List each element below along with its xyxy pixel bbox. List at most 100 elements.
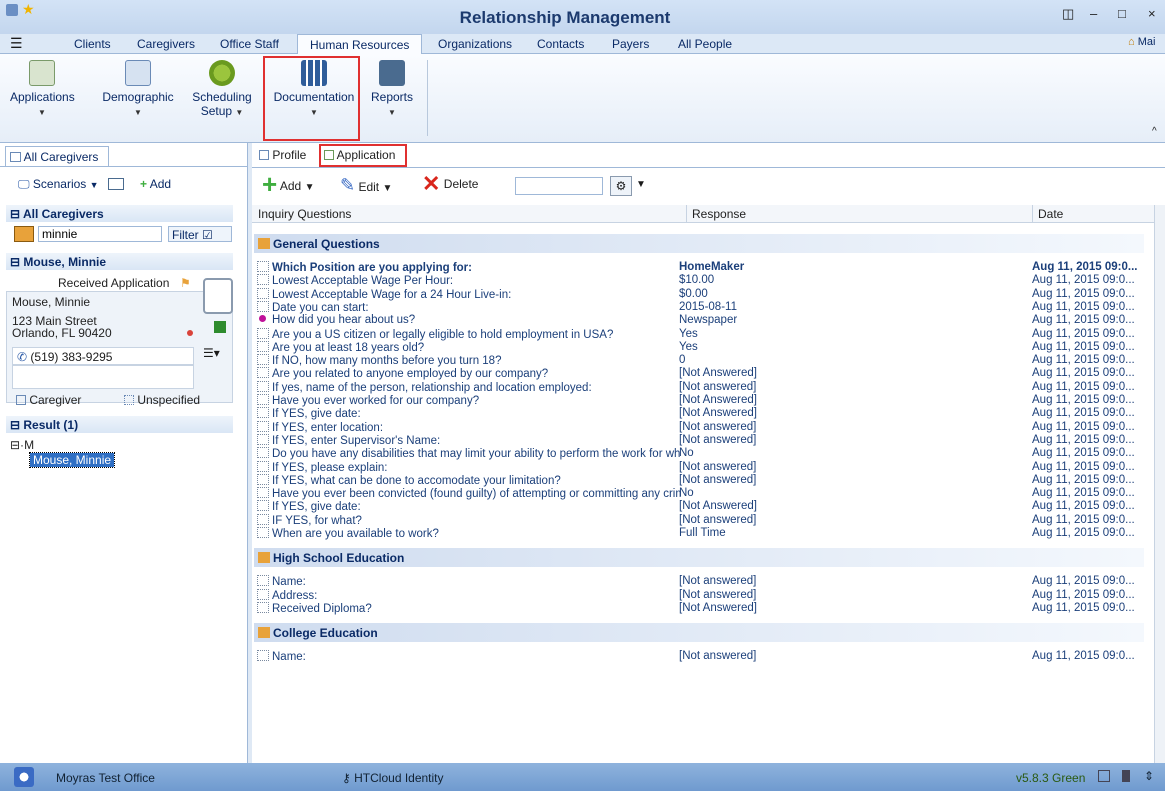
table-row[interactable]: Lowest Acceptable Wage for a 24 Hour Liv… bbox=[254, 287, 1144, 301]
search-input[interactable] bbox=[38, 226, 162, 242]
table-row[interactable]: IF YES, for what? [Not answered] Aug 11, 2… bbox=[254, 513, 1144, 527]
row-response: Newspaper bbox=[679, 314, 738, 327]
contact-card: Mouse, Minnie 123 Main Street Orlando, F… bbox=[6, 278, 233, 403]
avatar-filter-icon[interactable] bbox=[14, 226, 34, 242]
field-icon bbox=[257, 527, 269, 538]
filter-button[interactable]: Filter ☑ bbox=[168, 226, 232, 242]
row-date: Aug 11, 2015 09:0... bbox=[1032, 650, 1135, 663]
folder-icon[interactable] bbox=[108, 178, 124, 190]
table-row[interactable]: If YES, please explain: [Not answered] Aug… bbox=[254, 460, 1144, 474]
field-icon bbox=[257, 367, 269, 379]
maximize-button[interactable]: □ bbox=[1118, 6, 1126, 21]
main-link[interactable]: ⌂ Mai bbox=[1128, 36, 1155, 48]
tab-clients[interactable]: Clients bbox=[74, 37, 111, 51]
col-inquiry-questions[interactable]: Inquiry Questions bbox=[258, 207, 351, 221]
tab-contacts[interactable]: Contacts bbox=[537, 37, 584, 51]
tab-profile[interactable]: Profile bbox=[256, 146, 309, 164]
row-response: [Not answered] bbox=[679, 460, 757, 473]
group-header[interactable]: College Education bbox=[254, 623, 1144, 643]
table-row[interactable]: Address: [Not answered] Aug 11, 2015 09:0.… bbox=[254, 588, 1144, 602]
row-response: Yes bbox=[679, 340, 698, 353]
hamburger-icon[interactable]: ☰ bbox=[10, 35, 23, 52]
row-date: Aug 11, 2015 09:0... bbox=[1032, 354, 1135, 367]
row-date: Aug 11, 2015 09:0... bbox=[1032, 513, 1135, 526]
row-response: HomeMaker bbox=[679, 261, 745, 273]
sync-icon[interactable] bbox=[1098, 770, 1110, 782]
table-row[interactable]: If YES, give date: [Not Answered] Aug 11, … bbox=[254, 500, 1144, 513]
list-menu-icon[interactable]: ☰▾ bbox=[203, 346, 220, 360]
table-row[interactable]: Have you ever been convicted (found guil… bbox=[254, 487, 1144, 500]
tab-application[interactable]: Application bbox=[319, 144, 407, 167]
table-row[interactable]: When are you available to work? Full Time… bbox=[254, 527, 1144, 540]
row-date: Aug 11, 2015 09:0... bbox=[1032, 394, 1135, 406]
col-response[interactable]: Response bbox=[692, 207, 746, 221]
identity-label[interactable]: ⚷ HTCloud Identity bbox=[342, 771, 444, 785]
collapse-ribbon-icon[interactable]: ^ bbox=[1152, 126, 1157, 137]
reports-button[interactable]: Reports ▼ bbox=[366, 60, 418, 120]
demographic-button[interactable]: Demographic ▼ bbox=[98, 60, 178, 120]
table-row[interactable]: Received Diploma? [Not Answered] Aug 11, 2… bbox=[254, 601, 1144, 615]
row-date: Aug 11, 2015 09:0... bbox=[1032, 447, 1135, 460]
flag-icon[interactable]: ⚑ bbox=[180, 276, 191, 290]
close-button[interactable]: × bbox=[1148, 6, 1156, 21]
table-row[interactable]: Are you at least 18 years old? Yes Aug 11,… bbox=[254, 340, 1144, 354]
table-row[interactable]: Do you have any disabilities that may li… bbox=[254, 447, 1144, 460]
settings-dropdown-icon[interactable]: ▼ bbox=[636, 179, 646, 190]
applications-button[interactable]: Applications ▼ bbox=[10, 60, 75, 120]
row-response: $0.00 bbox=[679, 287, 708, 300]
col-date[interactable]: Date bbox=[1038, 207, 1063, 221]
add-scenario-button[interactable]: + Add bbox=[140, 177, 171, 191]
edit-button[interactable]: ✎ Edit ▼ bbox=[340, 175, 392, 196]
scheduling-setup-button[interactable]: Scheduling Setup ▼ bbox=[190, 60, 254, 120]
group-header[interactable]: High School Education bbox=[254, 548, 1144, 568]
field-icon bbox=[257, 261, 269, 272]
table-row[interactable]: Are you a US citizen or legally eligible… bbox=[254, 327, 1144, 341]
field-icon bbox=[257, 274, 269, 286]
section-all-caregivers[interactable]: ⊟ All Caregivers bbox=[6, 205, 233, 222]
high-school-icon bbox=[258, 552, 270, 564]
phone-field[interactable]: ✆ (519) 383-9295 bbox=[12, 347, 194, 365]
tab-caregivers[interactable]: Caregivers bbox=[137, 37, 195, 51]
tab-all-caregivers[interactable]: All Caregivers bbox=[5, 146, 109, 166]
ribbon-divider bbox=[427, 60, 428, 136]
table-row[interactable]: If YES, enter Supervisor's Name: [Not ans… bbox=[254, 433, 1144, 447]
table-row[interactable]: Name: [Not answered] Aug 11, 2015 09:0... bbox=[254, 650, 1144, 663]
tree-item-selected[interactable]: Mouse, Minnie bbox=[28, 452, 116, 468]
table-row[interactable]: How did you hear about us? Newspaper Aug 1… bbox=[254, 314, 1144, 327]
table-row[interactable]: If yes, name of the person, relationship… bbox=[254, 380, 1144, 394]
scenarios-button[interactable]: 🖵 Scenarios ▼ bbox=[18, 177, 99, 192]
bullet-dot-icon bbox=[259, 315, 266, 323]
tree-root[interactable]: ⊟·M bbox=[10, 438, 34, 452]
table-row[interactable]: Date you can start: 2015-08-11 Aug 11, 201… bbox=[254, 300, 1144, 314]
restore-icon[interactable]: ◫ bbox=[1062, 6, 1074, 22]
tab-all-people[interactable]: All People bbox=[678, 37, 732, 51]
table-row[interactable]: Name: [Not answered] Aug 11, 2015 09:0... bbox=[254, 575, 1144, 588]
row-date: Aug 11, 2015 09:0... bbox=[1032, 588, 1135, 601]
pin-icon[interactable]: ⇕ bbox=[1144, 769, 1154, 783]
table-row[interactable]: Are you related to anyone employed by ou… bbox=[254, 367, 1144, 380]
delete-button[interactable]: ✕ Delete bbox=[422, 173, 478, 195]
section-result[interactable]: ⊟ Result (1) bbox=[6, 416, 233, 433]
table-row[interactable]: If YES, enter location: [Not answered] Aug… bbox=[254, 420, 1144, 434]
contact-card-icon[interactable] bbox=[203, 278, 233, 314]
table-row[interactable]: Lowest Acceptable Wage Per Hour: $10.00 Au… bbox=[254, 274, 1144, 287]
tab-human-resources[interactable]: Human Resources bbox=[297, 34, 423, 55]
minimize-button[interactable]: – bbox=[1090, 6, 1097, 21]
row-response: Full Time bbox=[679, 527, 726, 539]
vertical-scrollbar[interactable] bbox=[1154, 205, 1165, 763]
table-row[interactable]: Which Position are you applying for: Home… bbox=[254, 261, 1144, 274]
tab-organizations[interactable]: Organizations bbox=[438, 37, 512, 51]
table-row[interactable]: If NO, how many months before you turn 1… bbox=[254, 354, 1144, 367]
notes-field[interactable] bbox=[12, 365, 194, 389]
table-row[interactable]: If YES, what can be done to accomodate y… bbox=[254, 473, 1144, 487]
toolbar-search-input[interactable] bbox=[515, 177, 603, 195]
tab-office-staff[interactable]: Office Staff bbox=[220, 37, 279, 51]
group-header[interactable]: General Questions bbox=[254, 234, 1144, 253]
settings-button[interactable]: ⚙ bbox=[610, 176, 632, 196]
section-person[interactable]: ⊟ Mouse, Minnie bbox=[6, 253, 233, 270]
add-button[interactable]: + Add ▼ bbox=[262, 171, 314, 197]
table-row[interactable]: Have you ever worked for our company? [No… bbox=[254, 394, 1144, 407]
tab-payers[interactable]: Payers bbox=[612, 37, 649, 51]
table-row[interactable]: If YES, give date: [Not Answered] Aug 11, … bbox=[254, 407, 1144, 420]
field-icon bbox=[257, 300, 269, 312]
